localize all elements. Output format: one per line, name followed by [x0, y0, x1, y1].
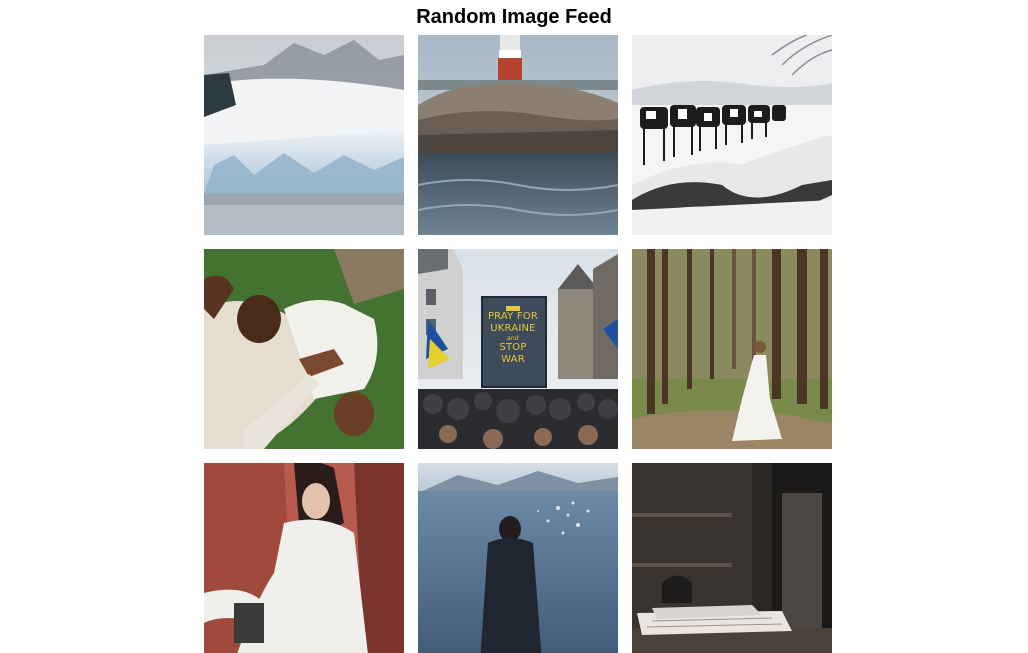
feed-image-woman-white-shirt[interactable]	[204, 463, 404, 653]
sign-line: STOP	[499, 342, 527, 353]
lake-photo	[418, 463, 618, 653]
glacier-photo	[204, 35, 404, 235]
woman-white-shirt-photo	[204, 463, 404, 653]
image-grid: PRAY FOR UKRAINE and STOP WAR	[204, 35, 832, 653]
sign-line: WAR	[501, 354, 525, 365]
feed-image-couple[interactable]	[204, 249, 404, 449]
lighthouse-photo	[418, 35, 618, 235]
cows-photo	[632, 35, 832, 235]
page: Random Image Feed PRAY FOR UKRAINE and S…	[0, 0, 1028, 653]
feed-image-lake[interactable]	[418, 463, 618, 653]
forest-photo	[632, 249, 832, 449]
feed-image-protest[interactable]: PRAY FOR UKRAINE and STOP WAR	[418, 249, 618, 449]
couple-photo	[204, 249, 404, 449]
sign-line: UKRAINE	[490, 323, 536, 334]
feed-image-lighthouse[interactable]	[418, 35, 618, 235]
sign-line: and	[507, 335, 519, 342]
feed-image-glacier[interactable]	[204, 35, 404, 235]
feed-image-forest[interactable]	[632, 249, 832, 449]
page-title: Random Image Feed	[416, 6, 612, 28]
sign-line: PRAY FOR	[487, 311, 539, 322]
shop-photo	[632, 463, 832, 653]
feed-image-shop[interactable]	[632, 463, 832, 653]
protest-sign-text: PRAY FOR UKRAINE and STOP WAR	[484, 311, 542, 366]
feed-image-cows[interactable]	[632, 35, 832, 235]
